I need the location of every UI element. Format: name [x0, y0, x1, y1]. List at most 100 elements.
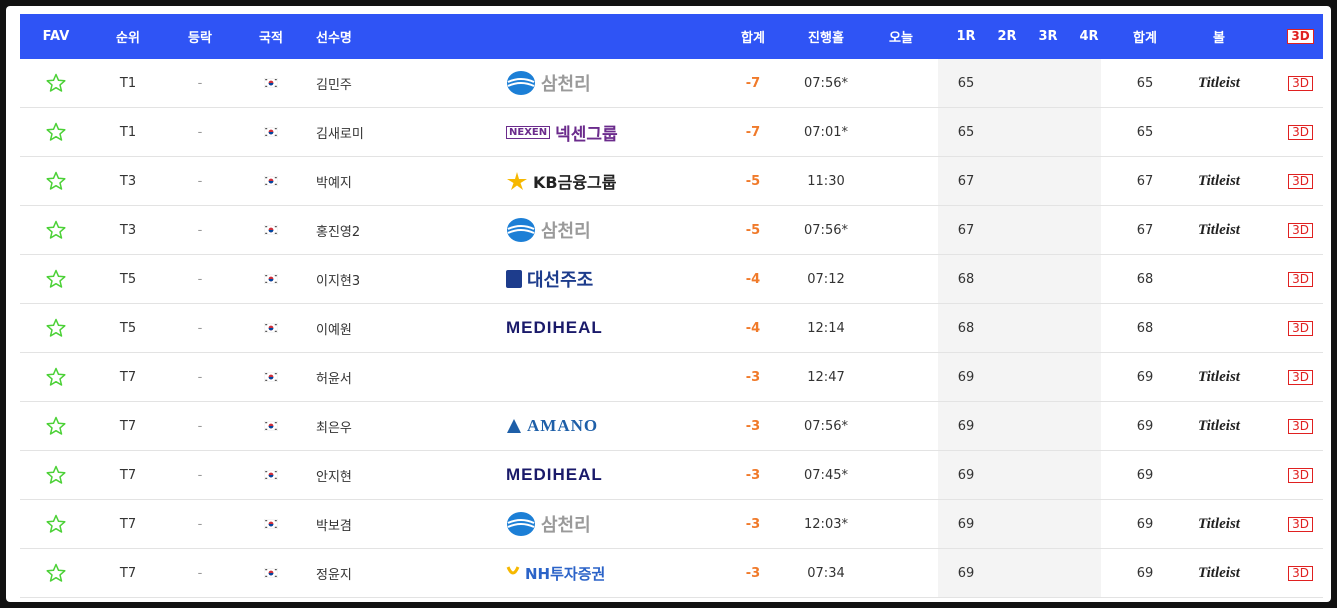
3d-button[interactable]: 3D: [1288, 565, 1313, 581]
thru-cell: 07:34: [807, 565, 845, 581]
player-name[interactable]: 허윤서: [306, 368, 506, 387]
sponsor-name: 대선주조: [527, 270, 594, 291]
3d-button[interactable]: 3D: [1288, 75, 1313, 91]
sum-score: 65: [1136, 124, 1154, 140]
table-row: T3 - 홍진영2 삼천리 -5 07:56* 67 67 Titleist 3D: [20, 206, 1323, 255]
sponsor-cell: MEDIHEAL: [506, 318, 676, 338]
nationality-cell: [236, 321, 306, 336]
sponsor-logo: MEDIHEAL: [506, 465, 603, 485]
total-score: -5: [745, 173, 761, 189]
3d-button[interactable]: 3D: [1288, 320, 1313, 336]
fav-cell: [20, 73, 92, 93]
star-icon[interactable]: [46, 367, 66, 387]
table-row: T1 - 김새로미 NEXEN 넥센그룹 -7 07:01* 65 65 3D: [20, 108, 1323, 157]
fav-cell: [20, 171, 92, 191]
thru-cell: 11:30: [807, 173, 845, 189]
sum-score: 69: [1136, 565, 1154, 581]
move-cell: -: [197, 418, 203, 434]
sponsor-cell: AMANO: [506, 416, 676, 436]
nationality-cell: [236, 370, 306, 385]
sponsor-name: 삼천리: [541, 515, 591, 536]
3d-button[interactable]: 3D: [1288, 124, 1313, 140]
star-icon[interactable]: [46, 514, 66, 534]
sponsor-logo: AMANO: [506, 416, 598, 436]
star-icon[interactable]: [46, 318, 66, 338]
table-row: T7 - 허윤서 -3 12:47 69 69 Titleist 3D: [20, 353, 1323, 402]
header-rank: 순위: [116, 31, 140, 46]
fav-cell: [20, 318, 92, 338]
3d-cell: 3D: [1258, 173, 1331, 189]
star-icon[interactable]: [46, 416, 66, 436]
3d-button[interactable]: 3D: [1288, 222, 1313, 238]
player-name[interactable]: 이예원: [306, 319, 506, 338]
fav-cell: [20, 514, 92, 534]
thru-cell: 07:56*: [804, 222, 848, 238]
header-3d-button[interactable]: 3D: [1287, 29, 1314, 44]
nationality-cell: [236, 76, 306, 91]
player-name[interactable]: 김민주: [306, 74, 506, 93]
3d-cell: 3D: [1258, 418, 1331, 434]
star-icon[interactable]: [46, 73, 66, 93]
thru-cell: 12:03*: [804, 516, 848, 532]
daesun-mark-icon: [506, 270, 522, 288]
move-cell: -: [197, 75, 203, 91]
sponsor-logo: NH투자증권: [506, 563, 605, 584]
sponsor-logo: 삼천리: [506, 70, 591, 96]
sponsor-cell: 삼천리: [506, 511, 676, 537]
round1-score: 68: [957, 320, 975, 336]
sum-score: 67: [1136, 173, 1154, 189]
total-score: -3: [745, 516, 761, 532]
ball-brand: Titleist: [1198, 515, 1240, 532]
round1-score: 69: [957, 516, 975, 532]
header-sum: 합계: [1133, 31, 1157, 46]
table-row: T7 - 박보겸 삼천리 -3 12:03* 69 69 Titleist 3D: [20, 500, 1323, 549]
fav-cell: [20, 416, 92, 436]
nationality-cell: [236, 174, 306, 189]
header-r3: 3R: [1038, 29, 1058, 44]
player-name[interactable]: 최은우: [306, 417, 506, 436]
leaderboard-table: FAV 순위 등락 국적 선수명 합계 진행홀 오늘 1R 2R 3R 4R 합…: [20, 14, 1323, 598]
table-body: T1- 김민주 삼천리 -7 07:56* 65 65 Titleist 3D T1- 김새로미 NE…: [20, 59, 1323, 598]
rank-cell: T7: [119, 467, 137, 483]
player-name[interactable]: 박보겸: [306, 515, 506, 534]
player-name[interactable]: 안지현: [306, 466, 506, 485]
sponsor-name: MEDIHEAL: [506, 465, 603, 484]
table-row: T1 - 김민주 삼천리 -7 07:56* 65 65 Titleist 3D: [20, 59, 1323, 108]
star-icon[interactable]: [46, 563, 66, 583]
thru-cell: 07:56*: [804, 75, 848, 91]
3d-button[interactable]: 3D: [1288, 418, 1313, 434]
header-today: 오늘: [889, 31, 913, 46]
ball-brand: Titleist: [1198, 74, 1240, 91]
3d-button[interactable]: 3D: [1288, 516, 1313, 532]
move-cell: -: [197, 320, 203, 336]
round1-score: 65: [957, 75, 975, 91]
3d-button[interactable]: 3D: [1288, 467, 1313, 483]
star-icon[interactable]: [46, 465, 66, 485]
table-row: T7 - 안지현 MEDIHEAL -3 07:45* 69 69 3D: [20, 451, 1323, 500]
total-score: -7: [745, 124, 761, 140]
fav-cell: [20, 563, 92, 583]
sponsor-name: 넥센그룹: [555, 124, 618, 145]
player-name[interactable]: 박예지: [306, 172, 506, 191]
total-score: -3: [745, 565, 761, 581]
total-score: -4: [745, 271, 761, 287]
round1-score: 68: [957, 271, 975, 287]
3d-button[interactable]: 3D: [1288, 271, 1313, 287]
korea-flag-icon: [264, 519, 278, 529]
header-thru: 진행홀: [808, 31, 844, 46]
star-icon[interactable]: [46, 122, 66, 142]
move-cell: -: [197, 369, 203, 385]
3d-button[interactable]: 3D: [1288, 173, 1313, 189]
sponsor-cell: 삼천리: [506, 217, 676, 243]
star-icon[interactable]: [46, 220, 66, 240]
star-icon[interactable]: [46, 269, 66, 289]
sponsor-logo: MEDIHEAL: [506, 318, 603, 338]
player-name[interactable]: 김새로미: [306, 123, 506, 142]
player-name[interactable]: 이지현3: [306, 270, 506, 289]
3d-cell: 3D: [1258, 271, 1331, 287]
3d-button[interactable]: 3D: [1288, 369, 1313, 385]
player-name[interactable]: 정윤지: [306, 564, 506, 583]
star-icon[interactable]: [46, 171, 66, 191]
player-name[interactable]: 홍진영2: [306, 221, 506, 240]
rank-cell: T5: [119, 271, 137, 287]
